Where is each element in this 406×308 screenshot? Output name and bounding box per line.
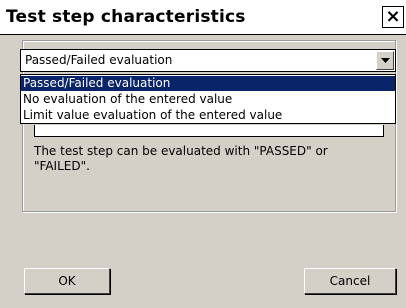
title-bar: Test step characteristics × — [0, 0, 406, 35]
ok-button[interactable]: OK — [24, 268, 110, 294]
dialog-title: Test step characteristics — [6, 7, 246, 27]
evaluation-description: The test step can be evaluated with "PAS… — [34, 144, 328, 173]
evaluation-options-list: Passed/Failed evaluation No evaluation o… — [20, 74, 396, 124]
option-no-evaluation[interactable]: No evaluation of the entered value — [21, 92, 395, 107]
close-icon: × — [385, 6, 401, 27]
evaluation-select[interactable]: Passed/Failed evaluation — [20, 49, 396, 72]
close-button[interactable]: × — [382, 6, 404, 28]
chevron-down-icon — [380, 58, 390, 63]
cancel-button[interactable]: Cancel — [304, 268, 396, 294]
option-limit-value[interactable]: Limit value evaluation of the entered va… — [21, 108, 395, 123]
entry-field[interactable] — [34, 125, 384, 137]
option-passed-failed[interactable]: Passed/Failed evaluation — [21, 76, 395, 91]
dropdown-arrow-button[interactable] — [376, 51, 394, 70]
evaluation-select-value: Passed/Failed evaluation — [25, 53, 173, 67]
